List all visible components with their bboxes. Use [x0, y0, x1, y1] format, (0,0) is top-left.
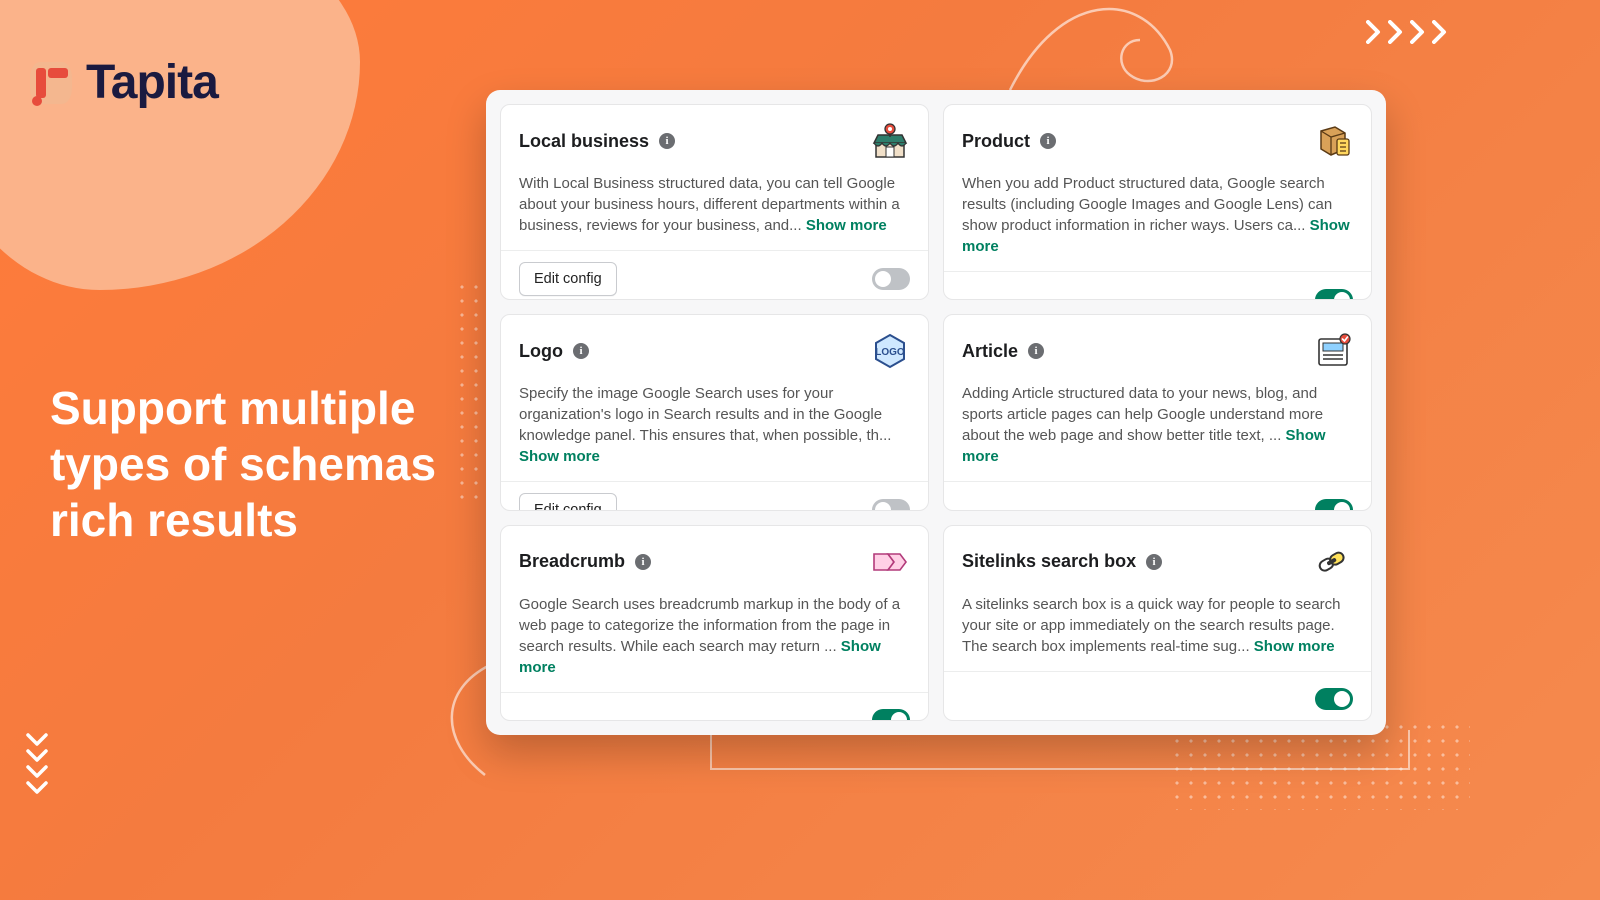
chevron-down-icon — [26, 781, 48, 795]
stage: Tapita Support multiple types of schemas… — [0, 0, 1600, 900]
card-description: A sitelinks search box is a quick way fo… — [944, 590, 1371, 671]
card-article: Article i Adding Article structured data… — [943, 314, 1372, 510]
show-more-link[interactable]: Show more — [806, 217, 887, 234]
card-description: Google Search uses breadcrumb markup in … — [501, 590, 928, 692]
toggle-switch[interactable] — [1315, 688, 1353, 710]
toggle-switch[interactable] — [1315, 499, 1353, 511]
info-icon[interactable]: i — [659, 133, 675, 149]
toggle-switch[interactable] — [872, 499, 910, 511]
chevron-right-icon — [1432, 20, 1450, 44]
schema-panel: Local business i With Local Business str… — [486, 90, 1386, 735]
card-product: Product i When you add Product structure… — [943, 104, 1372, 300]
chevron-right-icon — [1366, 20, 1384, 44]
card-description: When you add Product structured data, Go… — [944, 169, 1371, 271]
decorative-frame — [710, 730, 1410, 770]
show-more-link[interactable]: Show more — [519, 448, 600, 465]
info-icon[interactable]: i — [1146, 554, 1162, 570]
article-icon — [1313, 331, 1353, 371]
card-title: Product — [962, 131, 1030, 152]
chevron-right-icon — [1388, 20, 1406, 44]
brand-logo-mark — [30, 62, 72, 104]
card-sitelinks-search-box: Sitelinks search box i A sitelinks searc… — [943, 525, 1372, 721]
card-description: Specify the image Google Search uses for… — [501, 379, 928, 481]
chevron-right-icon — [1410, 20, 1428, 44]
card-breadcrumb: Breadcrumb i Google Search uses breadcru… — [500, 525, 929, 721]
chevron-down-icon — [26, 733, 48, 747]
card-title: Logo — [519, 341, 563, 362]
brand-name: Tapita — [86, 55, 218, 110]
breadcrumb-icon — [870, 542, 910, 582]
show-more-link[interactable]: Show more — [1254, 638, 1335, 655]
toggle-switch[interactable] — [872, 268, 910, 290]
card-description: With Local Business structured data, you… — [501, 169, 928, 250]
edit-config-button[interactable]: Edit config — [519, 262, 617, 296]
card-description: Adding Article structured data to your n… — [944, 379, 1371, 481]
info-icon[interactable]: i — [573, 343, 589, 359]
chain-link-icon — [1313, 542, 1353, 582]
chevron-down-icon — [26, 765, 48, 779]
toggle-switch[interactable] — [1315, 289, 1353, 301]
decorative-swirl — [1000, 0, 1180, 100]
info-icon[interactable]: i — [635, 554, 651, 570]
card-logo: Logo i Specify the image Google Search u… — [500, 314, 929, 510]
card-title: Sitelinks search box — [962, 551, 1136, 572]
decorative-chevrons-right — [1366, 20, 1450, 44]
card-local-business: Local business i With Local Business str… — [500, 104, 929, 300]
toggle-switch[interactable] — [872, 709, 910, 721]
card-title: Breadcrumb — [519, 551, 625, 572]
logo-icon — [870, 331, 910, 371]
decorative-blob — [0, 0, 360, 290]
info-icon[interactable]: i — [1028, 343, 1044, 359]
page-headline: Support multiple types of schemas rich r… — [50, 380, 470, 548]
brand-logo: Tapita — [30, 55, 218, 110]
product-icon — [1313, 121, 1353, 161]
edit-config-button[interactable]: Edit config — [519, 493, 617, 511]
decorative-chevrons-down — [26, 733, 48, 795]
card-title: Local business — [519, 131, 649, 152]
local-business-icon — [870, 121, 910, 161]
info-icon[interactable]: i — [1040, 133, 1056, 149]
chevron-down-icon — [26, 749, 48, 763]
card-title: Article — [962, 341, 1018, 362]
